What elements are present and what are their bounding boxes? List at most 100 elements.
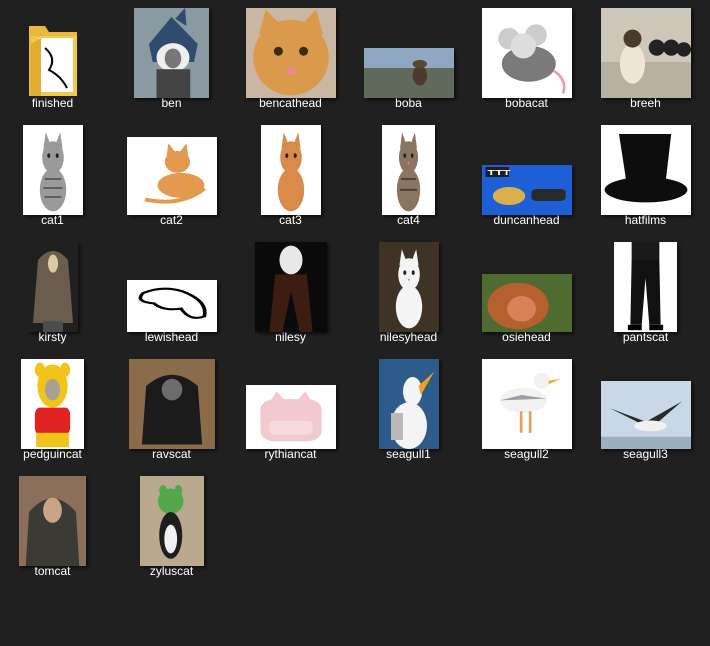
file-item-lewishead[interactable]: lewishead (113, 234, 230, 351)
file-name-label: nilesy (275, 330, 306, 344)
white-cat-thumbnail (378, 242, 439, 332)
thumbnail-area (113, 474, 230, 566)
cat-in-hoodie-thumbnail (19, 476, 86, 566)
thumbnail-area (587, 6, 704, 98)
file-item-seagull1[interactable]: seagull1 (350, 351, 467, 468)
thumbnail-area (113, 240, 230, 332)
file-name-label: zyluscat (149, 564, 194, 578)
file-name-label: kirsty (38, 330, 67, 344)
file-item-bobacat[interactable]: bobacat (468, 0, 585, 117)
file-item-kirsty[interactable]: kirsty (0, 234, 111, 351)
standing-orange-cat-thumbnail (260, 125, 321, 215)
file-name-label: osiehead (502, 330, 551, 344)
thumbnail-area (350, 357, 467, 449)
thumbnail-area (0, 6, 111, 98)
thumbnail-area (587, 357, 704, 449)
file-name-label: seagull2 (504, 447, 549, 461)
thumbnail-area (468, 240, 585, 332)
frog-hat-cat-thumbnail (139, 476, 204, 566)
file-name-label: seagull1 (386, 447, 431, 461)
file-item-duncanhead[interactable]: TTT duncanhead (468, 117, 585, 234)
file-item-nilesy[interactable]: nilesy (232, 234, 349, 351)
thumbnail-area (113, 123, 230, 215)
file-name-label: cat2 (160, 213, 183, 227)
hooded-cat-thumbnail (128, 359, 215, 449)
top-hat-thumbnail (600, 125, 691, 215)
folder-item-finished[interactable]: finished (0, 0, 111, 117)
file-item-cat4[interactable]: cat4 (350, 117, 467, 234)
file-item-hatfilms[interactable]: hatfilms (587, 117, 704, 234)
tabby-cat-thumbnail (22, 125, 83, 215)
file-item-seagull2[interactable]: seagull2 (468, 351, 585, 468)
file-name-label: pantscat (622, 330, 669, 344)
cloaked-figure-thumbnail (27, 242, 78, 332)
monkey-face-thumbnail (481, 274, 572, 332)
file-name-label: bencathead (259, 96, 322, 110)
file-name-label: finished (31, 96, 74, 110)
thumbnail-area (232, 6, 349, 98)
game-banner-thumbnail: TTT (481, 165, 572, 215)
seagull-standing-thumbnail (481, 359, 572, 449)
file-name-label: lewishead (144, 330, 199, 344)
file-item-osiehead[interactable]: osiehead (468, 234, 585, 351)
file-name-label: hatfilms (624, 213, 667, 227)
file-item-seagull3[interactable]: seagull3 (587, 351, 704, 468)
file-name-label: boba (395, 96, 422, 110)
file-item-pedguincat[interactable]: pedguincat (0, 351, 111, 468)
file-item-breeh[interactable]: breeh (587, 0, 704, 117)
file-item-cat1[interactable]: cat1 (0, 117, 111, 234)
file-name-label: seagull3 (623, 447, 668, 461)
orange-cat-face-thumbnail (245, 8, 336, 98)
file-item-boba[interactable]: boba (350, 0, 467, 117)
thumbnail-area (350, 123, 467, 215)
thumbnail-area: TTT (468, 123, 585, 215)
thumbnail-area (232, 123, 349, 215)
game-scene-figure-thumbnail (363, 48, 454, 98)
folder-icon (27, 18, 79, 98)
file-name-label: cat3 (279, 213, 302, 227)
thumbnail-area (0, 123, 111, 215)
file-item-nilesyhead[interactable]: nilesyhead (350, 234, 467, 351)
file-name-label: bobacat (505, 96, 548, 110)
file-item-zyluscat[interactable]: zyluscat (113, 468, 230, 585)
file-name-label: cat4 (397, 213, 420, 227)
file-item-ravscat[interactable]: ravscat (113, 351, 230, 468)
file-name-label: nilesyhead (379, 330, 438, 344)
thumbnail-area (350, 240, 467, 332)
file-item-ben[interactable]: ben (113, 0, 230, 117)
file-name-label: rythiancat (264, 447, 317, 461)
file-item-pantscat[interactable]: pantscat (587, 234, 704, 351)
seagull-flying-thumbnail (600, 381, 691, 449)
file-item-cat2[interactable]: cat2 (113, 117, 230, 234)
file-name-label: ben (161, 96, 182, 110)
thumbnail-area (0, 357, 111, 449)
outline-drawing-thumbnail (126, 280, 217, 332)
seagull-squawk-thumbnail (378, 359, 439, 449)
file-item-tomcat[interactable]: tomcat (0, 468, 111, 585)
thumbnail-area (113, 357, 230, 449)
thumbnail-area (587, 240, 704, 332)
file-item-cat3[interactable]: cat3 (232, 117, 349, 234)
file-name-label: tomcat (34, 564, 71, 578)
thumbnail-area (232, 240, 349, 332)
thumbnail-area (0, 474, 111, 566)
file-item-bencathead[interactable]: bencathead (232, 0, 349, 117)
file-name-label: duncanhead (493, 213, 560, 227)
thumbnail-area (468, 6, 585, 98)
thumbnail-area (113, 6, 230, 98)
file-name-label: ravscat (152, 447, 191, 461)
black-pants-thumbnail (614, 242, 677, 332)
file-name-label: pedguincat (23, 447, 82, 461)
svg-text:TTT: TTT (487, 170, 511, 178)
cat-with-legs-thumbnail (254, 242, 327, 332)
cat-shark-costume-thumbnail (134, 8, 209, 98)
thumbnail-area (350, 6, 467, 98)
file-name-label: breeh (630, 96, 661, 110)
thumbnail-area (0, 240, 111, 332)
orange-kitten-thumbnail (126, 137, 217, 215)
standing-tabby-cat-thumbnail (382, 125, 435, 215)
mouse-plush-cat-thumbnail (481, 8, 572, 98)
thumbnail-area (587, 123, 704, 215)
thumbnail-area (468, 357, 585, 449)
file-item-rythiancat[interactable]: rythiancat (232, 351, 349, 468)
